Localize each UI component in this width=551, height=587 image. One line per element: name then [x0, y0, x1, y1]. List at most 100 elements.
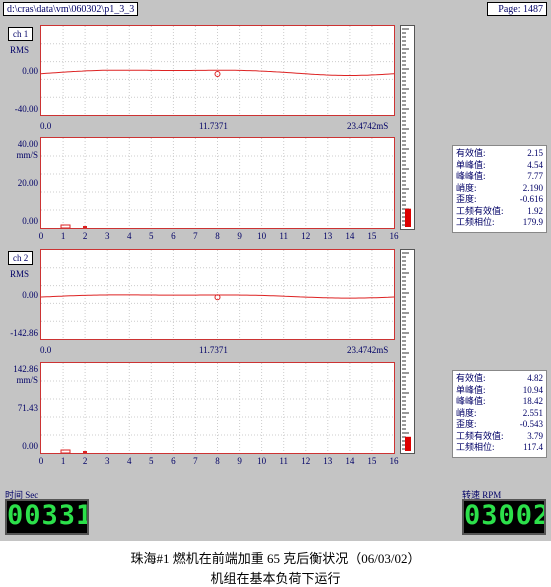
- spectrum-xtick: 13: [323, 231, 333, 241]
- stats-value: -0.616: [519, 194, 543, 204]
- spectrum-xtick: 3: [104, 231, 110, 241]
- ch1-rms-label: RMS: [10, 45, 30, 55]
- stats-row: 峰峰值: 7.77: [456, 171, 543, 183]
- spectrum-xtick: 10: [257, 456, 267, 466]
- stats-row: 有效值: 4.82: [456, 373, 543, 385]
- ch2-stats-panel: 有效值: 4.82 单峰值: 10.94 峰峰值: 18.42 峭度: 2.551 歪度: -0.…: [452, 370, 547, 458]
- ch2-rms-label: RMS: [10, 269, 30, 279]
- stats-label: 峭度:: [456, 407, 477, 418]
- stats-label: 歪度:: [456, 419, 477, 429]
- spectrum-xtick: 5: [149, 456, 154, 466]
- ch2-spec-unit: mm/S: [16, 375, 38, 385]
- stats-row: 歪度: -0.543: [456, 419, 543, 431]
- ch1-spectrum-panel: [40, 137, 395, 229]
- ch2-meter-graphic: [402, 252, 411, 451]
- spectrum-xtick: 1: [60, 231, 66, 241]
- ch1-waveform-panel: [40, 25, 395, 116]
- stats-value: 7.77: [527, 171, 543, 181]
- stats-label: 有效值:: [456, 148, 486, 158]
- stats-row: 工频相位: 117.4: [456, 442, 543, 454]
- ch2-level-meter: [400, 249, 415, 454]
- stats-row: 歪度: -0.616: [456, 194, 543, 206]
- ch1-stats-list: 有效值: 2.15 单峰值: 4.54 峰峰值: 7.77 峭度: 2.190 歪度: -0.61…: [456, 148, 543, 229]
- spectrum-xtick: 14: [345, 231, 355, 241]
- ch1-wave-ybot: -40.00: [14, 104, 38, 114]
- stats-row: 单峰值: 4.54: [456, 160, 543, 172]
- ch1-spec-ybot: 0.00: [22, 216, 38, 226]
- spectrum-xtick: 11: [279, 456, 289, 466]
- stats-label: 工频相位:: [456, 217, 495, 227]
- ch2-wave-xstart: 0.0: [40, 345, 52, 355]
- spectrum-xtick: 0: [38, 456, 44, 466]
- ch1-wave-xend: 23.4742mS: [347, 121, 389, 131]
- stats-value: -0.543: [519, 419, 543, 429]
- stats-label: 工频相位:: [456, 442, 495, 452]
- spectrum-xtick: 0: [38, 231, 44, 241]
- ch2-wave-xend: 23.4742mS: [347, 345, 389, 355]
- stats-label: 歪度:: [456, 194, 477, 204]
- ch2-wave-xmid: 11.7371: [199, 345, 228, 355]
- meter-level-bar: [405, 436, 411, 451]
- spectrum-xtick: 2: [82, 456, 88, 466]
- speed-display: 03002: [462, 499, 546, 535]
- stats-label: 有效值:: [456, 373, 486, 383]
- ch2-waveform-panel: [40, 249, 395, 340]
- stats-row: 单峰值: 10.94: [456, 385, 543, 397]
- stats-value: 3.79: [527, 430, 543, 441]
- ch1-spec-ytop: 40.00: [17, 139, 38, 149]
- ch2-wave-ymid: 0.00: [22, 290, 38, 300]
- stats-value: 18.42: [522, 396, 543, 406]
- ch1-spectrum-plot: [41, 138, 394, 229]
- spectrum-xtick: 11: [279, 231, 289, 241]
- spectrum-xtick: 16: [389, 456, 399, 466]
- spectrum-bar-2x: [83, 451, 87, 453]
- ch1-label[interactable]: ch 1: [8, 27, 34, 41]
- spectrum-xtick: 16: [389, 231, 399, 241]
- ch2-waveform-plot: [40, 250, 395, 339]
- stats-label: 工频有效值:: [456, 430, 504, 441]
- ch2-spectrum-plot: [41, 363, 394, 454]
- spectrum-xtick: 10: [257, 231, 267, 241]
- stats-label: 峰峰值:: [456, 171, 486, 181]
- stats-label: 单峰值:: [456, 384, 486, 395]
- spectrum-xtick: 7: [193, 231, 198, 241]
- spectrum-xtick: 14: [345, 456, 355, 466]
- stats-row: 峰峰值: 18.42: [456, 396, 543, 408]
- ch1-wave-xmid: 11.7371: [199, 121, 228, 131]
- stats-row: 峭度: 2.190: [456, 183, 543, 195]
- ch2-wave-ybot: -142.86: [10, 328, 38, 338]
- waveform-trace: [40, 294, 395, 299]
- meter-level-bar: [405, 208, 411, 227]
- page-number: Page: 1487: [487, 2, 547, 16]
- caption-line2: 机组在基本负荷下运行: [210, 571, 341, 586]
- stats-row: 工频相位: 179.9: [456, 217, 543, 229]
- ch2-spec-ytop: 142.86: [13, 364, 38, 374]
- time-display: 003311: [5, 499, 89, 535]
- spectrum-xtick: 7: [193, 456, 198, 466]
- file-path: d:\cras\data\vm\060302\p1_3_3: [3, 2, 138, 16]
- ch1-spec-unit: mm/S: [16, 150, 38, 160]
- stats-value: 2.15: [527, 148, 543, 158]
- spectrum-xtick: 13: [323, 456, 333, 466]
- ch2-stats-list: 有效值: 4.82 单峰值: 10.94 峰峰值: 18.42 峭度: 2.551 歪度: -0.…: [456, 373, 543, 454]
- ch2-label[interactable]: ch 2: [8, 251, 34, 265]
- spectrum-xtick: 3: [104, 456, 110, 466]
- ch2-spec-ybot: 0.00: [22, 441, 38, 451]
- ch1-wave-ymid: 0.00: [22, 66, 38, 76]
- spectrum-xtick: 4: [127, 456, 132, 466]
- ch1-spec-ymid: 20.00: [17, 178, 38, 188]
- stats-value: 4.82: [527, 373, 543, 383]
- ch1-waveform-plot: [40, 26, 395, 115]
- stats-value: 2.190: [522, 182, 543, 193]
- spectrum-xtick: 4: [127, 231, 132, 241]
- stats-label: 工频有效值:: [456, 205, 504, 216]
- spectrum-xtick: 9: [237, 456, 242, 466]
- caption-line1: 珠海#1 燃机在前端加重 65 克后衡状况（06/03/02）: [130, 551, 421, 566]
- stats-row: 有效值: 2.15: [456, 148, 543, 160]
- spectrum-xtick: 1: [60, 456, 66, 466]
- stats-value: 4.54: [527, 159, 543, 170]
- stats-value: 117.4: [523, 442, 543, 452]
- spectrum-xtick: 15: [367, 456, 377, 466]
- ch1-stats-panel: 有效值: 2.15 单峰值: 4.54 峰峰值: 7.77 峭度: 2.190 歪度: -0.61…: [452, 145, 547, 233]
- spectrum-xtick: 6: [171, 456, 176, 466]
